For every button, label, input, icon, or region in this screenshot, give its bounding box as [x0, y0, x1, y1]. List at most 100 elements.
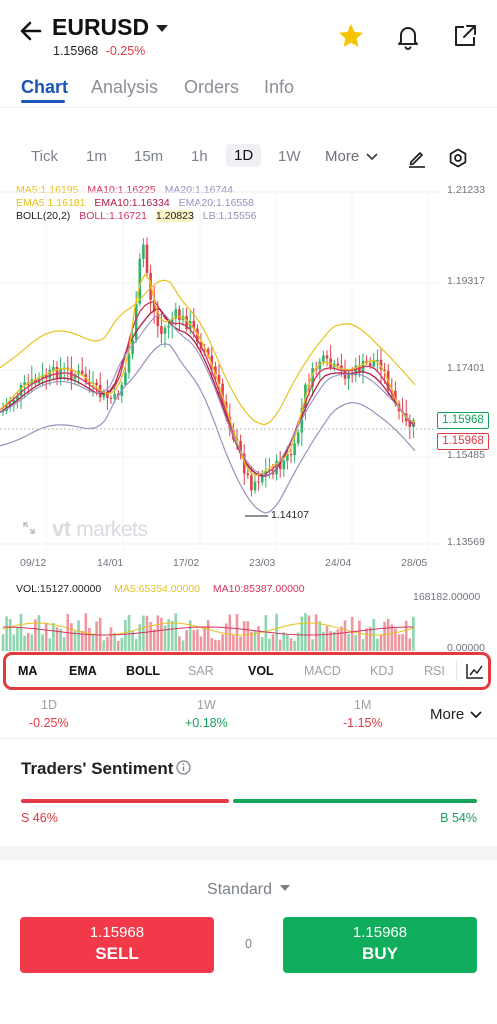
- buy-label: BUY: [362, 944, 398, 963]
- share-icon[interactable]: [451, 22, 479, 50]
- info-icon[interactable]: [176, 760, 191, 775]
- volume-bar: [91, 633, 95, 651]
- volume-bar: [325, 626, 329, 651]
- indicator-chart-icon[interactable]: [466, 663, 484, 679]
- volume-bar: [232, 635, 235, 651]
- tab-chart[interactable]: Chart: [21, 77, 68, 98]
- timeframe-1h[interactable]: 1h: [191, 148, 208, 165]
- tab-info[interactable]: Info: [264, 77, 294, 98]
- main-tabs: Chart Analysis Orders Info: [0, 72, 497, 108]
- volume-bar: [314, 614, 318, 651]
- tab-orders[interactable]: Orders: [184, 77, 239, 98]
- section-separator: [0, 846, 497, 860]
- perf-1m-value: -1.15%: [343, 716, 383, 730]
- indicator-ema[interactable]: EMA: [69, 664, 97, 678]
- volume-bar: [206, 620, 210, 651]
- candle-body: [257, 481, 260, 483]
- volume-bar: [8, 619, 12, 651]
- volume-bar: [336, 629, 340, 651]
- timeframe-1d[interactable]: 1D: [226, 144, 262, 167]
- x-tick-label: 24/04: [325, 557, 352, 569]
- volume-bar: [404, 620, 408, 651]
- symbol-title[interactable]: EURUSD: [52, 14, 149, 41]
- volume-bar: [124, 619, 127, 651]
- fullscreen-icon[interactable]: [22, 521, 36, 535]
- volume-bar: [408, 638, 412, 651]
- price-chart[interactable]: MA5:1.16195 MA10:1.16225 MA20:1.16744 EM…: [0, 175, 497, 655]
- volume-bar: [210, 638, 214, 651]
- y-tick-label: 1.13569: [447, 536, 485, 548]
- volume-bar: [260, 637, 264, 651]
- volume-bar: [358, 620, 361, 651]
- indicator-sar[interactable]: SAR: [188, 664, 214, 678]
- bell-icon[interactable]: [394, 22, 422, 50]
- volume-bar: [282, 632, 286, 651]
- candle-body: [167, 325, 170, 328]
- volume-bar: [300, 616, 304, 651]
- indicator-rsi[interactable]: RSI: [424, 664, 445, 678]
- volume-bar: [1, 634, 5, 651]
- volume-bar: [5, 616, 8, 651]
- bid-price-tag: 1.15968: [437, 433, 489, 450]
- chart-settings-icon[interactable]: [447, 147, 469, 169]
- volume-bar: [268, 638, 271, 651]
- tab-analysis[interactable]: Analysis: [91, 77, 158, 98]
- volume-bar: [55, 627, 59, 651]
- volume-bar: [106, 636, 109, 651]
- indicator-kdj[interactable]: KDJ: [370, 664, 394, 678]
- y-tick-label: 1.17401: [447, 362, 485, 374]
- indicator-boll[interactable]: BOLL: [126, 664, 160, 678]
- watermark-vt: vt: [52, 516, 71, 541]
- volume-bar: [19, 613, 23, 651]
- timeframe-15m[interactable]: 15m: [134, 148, 163, 165]
- candle-body: [95, 382, 98, 385]
- volume-bar: [275, 613, 278, 651]
- volume-bar: [102, 640, 106, 651]
- vol-ma5-value: MA5:65354.00000: [114, 583, 200, 595]
- volume-bar: [52, 622, 55, 651]
- candle-body: [145, 244, 149, 273]
- vol-value: VOL:15127.00000: [16, 583, 102, 595]
- volume-bar: [156, 615, 160, 651]
- volume-bar: [23, 635, 26, 651]
- star-icon[interactable]: [337, 22, 365, 50]
- volume-bar: [12, 634, 16, 651]
- perf-1d-value: -0.25%: [29, 716, 69, 730]
- volume-bar: [221, 634, 224, 651]
- indicator-vol[interactable]: VOL: [248, 664, 274, 678]
- indicator-macd[interactable]: MACD: [304, 664, 341, 678]
- volume-bar: [48, 638, 52, 651]
- volume-bar: [289, 638, 293, 651]
- volume-bar: [271, 634, 275, 651]
- candle-body: [55, 366, 59, 378]
- indicator-ma[interactable]: MA: [18, 664, 37, 678]
- vol-ma10-value: MA10:85387.00000: [212, 583, 305, 595]
- account-type-selector[interactable]: Standard: [0, 881, 497, 899]
- volume-bar: [109, 627, 113, 651]
- candle-body: [322, 355, 325, 362]
- back-arrow-icon[interactable]: [18, 18, 44, 44]
- volume-bar: [113, 632, 116, 651]
- volume-bar: [44, 622, 48, 651]
- timeframe-more-button[interactable]: More: [325, 148, 378, 165]
- perf-1w-value: +0.18%: [185, 716, 228, 730]
- timeframe-1w[interactable]: 1W: [278, 148, 301, 165]
- candle-body: [109, 397, 113, 399]
- timeframe-tick[interactable]: Tick: [31, 148, 58, 165]
- quote-line: 1.15968 -0.25%: [53, 44, 145, 58]
- volume-bar: [361, 639, 365, 651]
- volume-bar: [368, 627, 372, 651]
- candle-body: [260, 476, 264, 483]
- volume-bar: [127, 614, 131, 651]
- volume-bar: [120, 637, 124, 651]
- x-tick-label: 28/05: [401, 557, 428, 569]
- ma10-line: [0, 301, 416, 476]
- buy-button[interactable]: 1.15968 BUY: [283, 917, 477, 973]
- price-change: -0.25%: [105, 44, 146, 58]
- symbol-dropdown-icon[interactable]: [156, 25, 168, 32]
- pencil-draw-icon[interactable]: [407, 148, 427, 168]
- volume-bar: [26, 633, 30, 651]
- performance-more-button[interactable]: More: [430, 706, 482, 723]
- timeframe-1m[interactable]: 1m: [86, 148, 107, 165]
- volume-bar: [62, 637, 66, 651]
